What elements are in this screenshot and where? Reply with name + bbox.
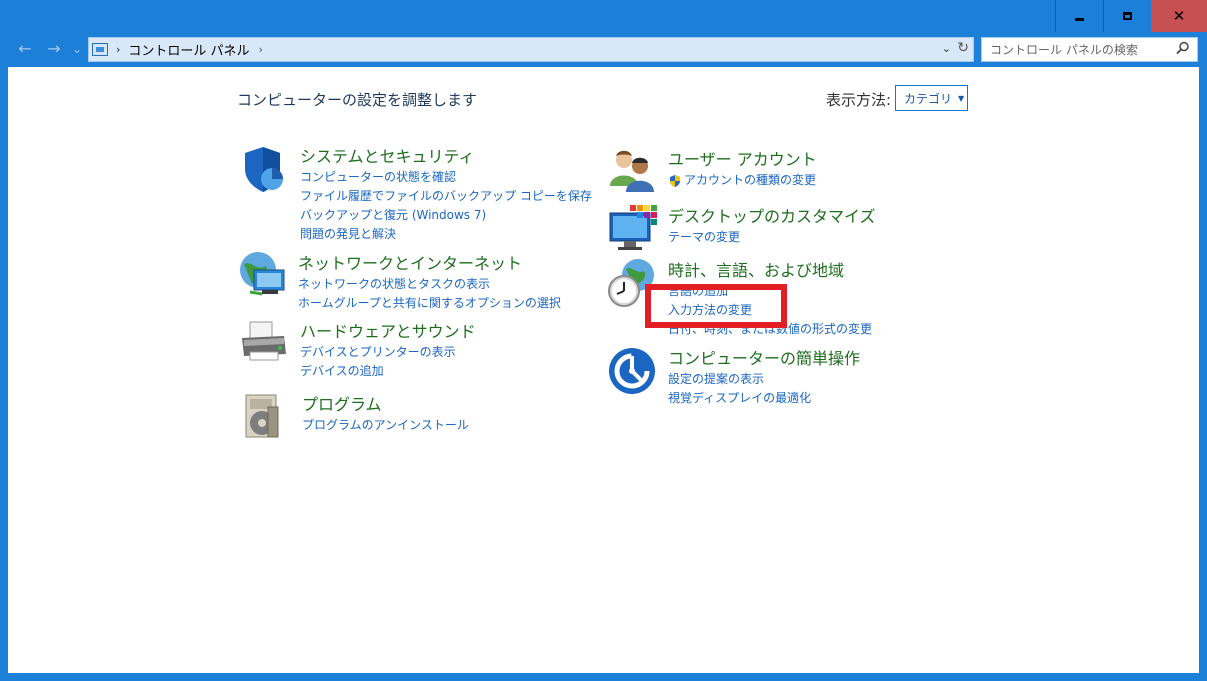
category-title-hardware-sound[interactable]: ハードウェアとサウンド bbox=[300, 318, 476, 342]
view-by-dropdown[interactable]: カテゴリ ▼ bbox=[895, 85, 968, 111]
recent-locations-button[interactable]: ⌄ bbox=[70, 40, 84, 58]
search-input[interactable] bbox=[982, 41, 1177, 58]
link-change-account-type[interactable]: アカウントの種類の変更 bbox=[668, 171, 816, 190]
maximize-icon bbox=[1122, 12, 1132, 20]
chevron-down-icon: ⌄ bbox=[71, 42, 83, 56]
user-accounts-links: アカウントの種類の変更 bbox=[668, 171, 816, 190]
search-icon[interactable] bbox=[1176, 41, 1190, 59]
link-troubleshoot[interactable]: 問題の発見と解決 bbox=[300, 225, 592, 244]
back-button[interactable]: ← bbox=[15, 40, 35, 58]
ease-of-access-links: 設定の提案の表示 視覚ディスプレイの最適化 bbox=[668, 370, 811, 408]
link-change-account-type-label: アカウントの種類の変更 bbox=[684, 173, 817, 187]
category-title-network-internet[interactable]: ネットワークとインターネット bbox=[298, 250, 522, 274]
link-devices-printers[interactable]: デバイスとプリンターの表示 bbox=[300, 343, 456, 362]
control-panel-icon bbox=[92, 43, 108, 56]
network-globe-icon bbox=[240, 252, 285, 296]
chevron-right-icon: › bbox=[116, 43, 121, 56]
users-icon bbox=[610, 150, 654, 192]
link-add-device[interactable]: デバイスの追加 bbox=[300, 362, 456, 381]
link-change-input-method[interactable]: 入力方法の変更 bbox=[668, 301, 872, 320]
hardware-sound-links: デバイスとプリンターの表示 デバイスの追加 bbox=[300, 343, 456, 381]
link-add-language[interactable]: 言語の追加 bbox=[668, 282, 872, 301]
ease-of-access-icon bbox=[609, 348, 655, 394]
category-title-ease-of-access[interactable]: コンピューターの簡単操作 bbox=[668, 345, 860, 369]
link-change-theme[interactable]: テーマの変更 bbox=[668, 228, 740, 247]
link-backup-restore[interactable]: バックアップと復元 (Windows 7) bbox=[300, 206, 592, 225]
shield-icon bbox=[245, 147, 283, 192]
minimize-button[interactable] bbox=[1055, 0, 1102, 32]
dropdown-arrow-icon: ▼ bbox=[958, 93, 965, 103]
window-bottom-border bbox=[0, 673, 1207, 681]
arrow-right-icon: → bbox=[47, 39, 61, 58]
programs-links: プログラムのアンインストール bbox=[302, 416, 469, 435]
uac-shield-icon bbox=[670, 174, 680, 187]
monitor-palette-icon bbox=[609, 205, 657, 250]
page-title: コンピューターの設定を調整します bbox=[237, 91, 478, 109]
address-dropdown-icon[interactable]: ⌄ bbox=[942, 42, 951, 55]
maximize-button[interactable] bbox=[1103, 0, 1150, 32]
title-bar: ✕ bbox=[0, 0, 1207, 32]
minimize-icon bbox=[1074, 17, 1084, 21]
search-box[interactable] bbox=[981, 37, 1198, 62]
link-check-computer-status[interactable]: コンピューターの状態を確認 bbox=[300, 168, 592, 187]
address-bar[interactable]: › コントロール パネル › ⌄ ↻ bbox=[88, 37, 974, 62]
navigation-bar: ← → ⌄ › コントロール パネル › ⌄ ↻ bbox=[0, 32, 1207, 66]
close-button[interactable]: ✕ bbox=[1151, 0, 1207, 32]
view-by-label: 表示方法: bbox=[826, 91, 892, 109]
view-by-value: カテゴリ bbox=[904, 91, 953, 106]
category-title-user-accounts[interactable]: ユーザー アカウント bbox=[668, 146, 817, 170]
breadcrumb-control-panel[interactable]: コントロール パネル bbox=[128, 40, 249, 59]
control-panel-window: ✕ ← → ⌄ › コントロール パネル › ⌄ ↻ コンピューターの設定を調整 bbox=[0, 0, 1207, 681]
forward-button[interactable]: → bbox=[44, 40, 64, 58]
link-network-status[interactable]: ネットワークの状態とタスクの表示 bbox=[298, 275, 561, 294]
arrow-left-icon: ← bbox=[18, 39, 32, 58]
link-file-history-backup[interactable]: ファイル履歴でファイルのバックアップ コピーを保存 bbox=[300, 187, 592, 206]
refresh-icon[interactable]: ↻ bbox=[957, 40, 969, 56]
category-title-system-security[interactable]: システムとセキュリティ bbox=[300, 143, 475, 167]
printer-icon bbox=[242, 321, 286, 361]
link-suggested-settings[interactable]: 設定の提案の表示 bbox=[668, 370, 811, 389]
category-title-clock-region[interactable]: 時計、言語、および地域 bbox=[668, 257, 844, 281]
category-title-programs[interactable]: プログラム bbox=[302, 391, 382, 415]
link-homegroup-sharing[interactable]: ホームグループと共有に関するオプションの選択 bbox=[298, 294, 561, 313]
link-optimize-visual-display[interactable]: 視覚ディスプレイの最適化 bbox=[668, 389, 811, 408]
system-security-links: コンピューターの状態を確認 ファイル履歴でファイルのバックアップ コピーを保存 … bbox=[300, 168, 592, 244]
breadcrumb-chevron-icon[interactable]: › bbox=[259, 43, 263, 56]
appearance-links: テーマの変更 bbox=[668, 228, 740, 247]
content-area: コンピューターの設定を調整します 表示方法: カテゴリ ▼ システムとセキュリテ… bbox=[8, 67, 1199, 673]
clock-globe-icon bbox=[608, 259, 654, 307]
link-uninstall-program[interactable]: プログラムのアンインストール bbox=[302, 416, 469, 435]
close-icon: ✕ bbox=[1172, 7, 1186, 25]
link-change-date-time-number-format[interactable]: 日付、時刻、または数値の形式の変更 bbox=[668, 320, 872, 339]
programs-disc-icon bbox=[245, 394, 279, 438]
category-title-appearance[interactable]: デスクトップのカスタマイズ bbox=[668, 203, 876, 227]
network-internet-links: ネットワークの状態とタスクの表示 ホームグループと共有に関するオプションの選択 bbox=[298, 275, 561, 313]
clock-region-links: 言語の追加 入力方法の変更 日付、時刻、または数値の形式の変更 bbox=[668, 282, 872, 339]
